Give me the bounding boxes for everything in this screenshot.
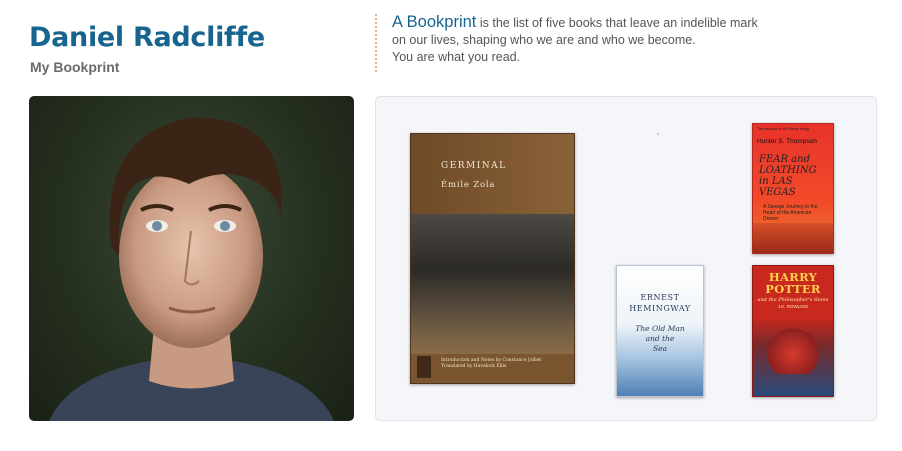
intro-divider xyxy=(375,14,377,72)
hemingway-title: The Old Man and the Sea xyxy=(617,324,703,354)
germinal-author: Émile Zola xyxy=(441,180,496,190)
hp-subtitle: and the Philosopher's Stone xyxy=(757,297,829,303)
book-fear-and-loathing[interactable]: The first book in the Gonzo trilogy Hunt… xyxy=(752,123,834,254)
germinal-cover-painting xyxy=(411,214,574,354)
author-line-1: ERNEST xyxy=(640,293,680,302)
title-line-2: and the xyxy=(645,334,675,343)
title-line-1: The Old Man xyxy=(635,324,685,333)
hemingway-author: ERNEST HEMINGWAY xyxy=(617,292,703,314)
profile-subtitle: My Bookprint xyxy=(30,59,120,75)
book-old-man-and-the-sea[interactable]: ERNEST HEMINGWAY The Old Man and the Sea xyxy=(616,265,704,397)
germinal-title: GERMINAL xyxy=(441,161,507,171)
bookprint-intro: A Bookprint is the list of five books th… xyxy=(392,14,812,66)
hp-author: J.K. ROWLING xyxy=(777,304,809,309)
bookshelf: GERMINAL Émile Zola Introduction and Not… xyxy=(375,96,877,421)
germinal-notes: Introduction and Notes by Constance Joll… xyxy=(441,358,542,369)
book-harry-potter[interactable]: HARRY POTTER and the Philosopher's Stone… xyxy=(752,265,834,397)
profile-photo xyxy=(29,96,354,421)
hp-title: HARRY POTTER xyxy=(753,271,833,295)
intro-line-2: on our lives, shaping who we are and who… xyxy=(392,33,696,47)
fear-title: FEAR and LOATHING in LAS VEGAS xyxy=(759,154,817,198)
hp-train-art xyxy=(763,324,823,374)
profile-name: Daniel Radcliffe xyxy=(29,22,265,53)
germinal-cover-top xyxy=(411,134,574,214)
shelf-dot xyxy=(657,133,659,135)
publisher-logo-icon xyxy=(417,356,431,378)
author-line-2: HEMINGWAY xyxy=(629,304,691,313)
hp-title-line-2: POTTER xyxy=(765,282,821,296)
fear-subtitle: A Savage Journey to the Heart of the Ame… xyxy=(763,204,818,222)
fear-tagline: The first book in the Gonzo trilogy xyxy=(757,127,810,131)
fear-cover-art xyxy=(753,223,833,253)
portrait-image xyxy=(49,117,334,421)
intro-line-3: You are what you read. xyxy=(392,50,521,64)
intro-line-1: is the list of five books that leave an … xyxy=(476,16,758,30)
book-germinal[interactable]: GERMINAL Émile Zola Introduction and Not… xyxy=(410,133,575,384)
fear-author: Hunter S. Thompson xyxy=(757,138,817,145)
bookprint-term: A Bookprint xyxy=(392,13,477,31)
title-line-3: Sea xyxy=(652,344,668,353)
